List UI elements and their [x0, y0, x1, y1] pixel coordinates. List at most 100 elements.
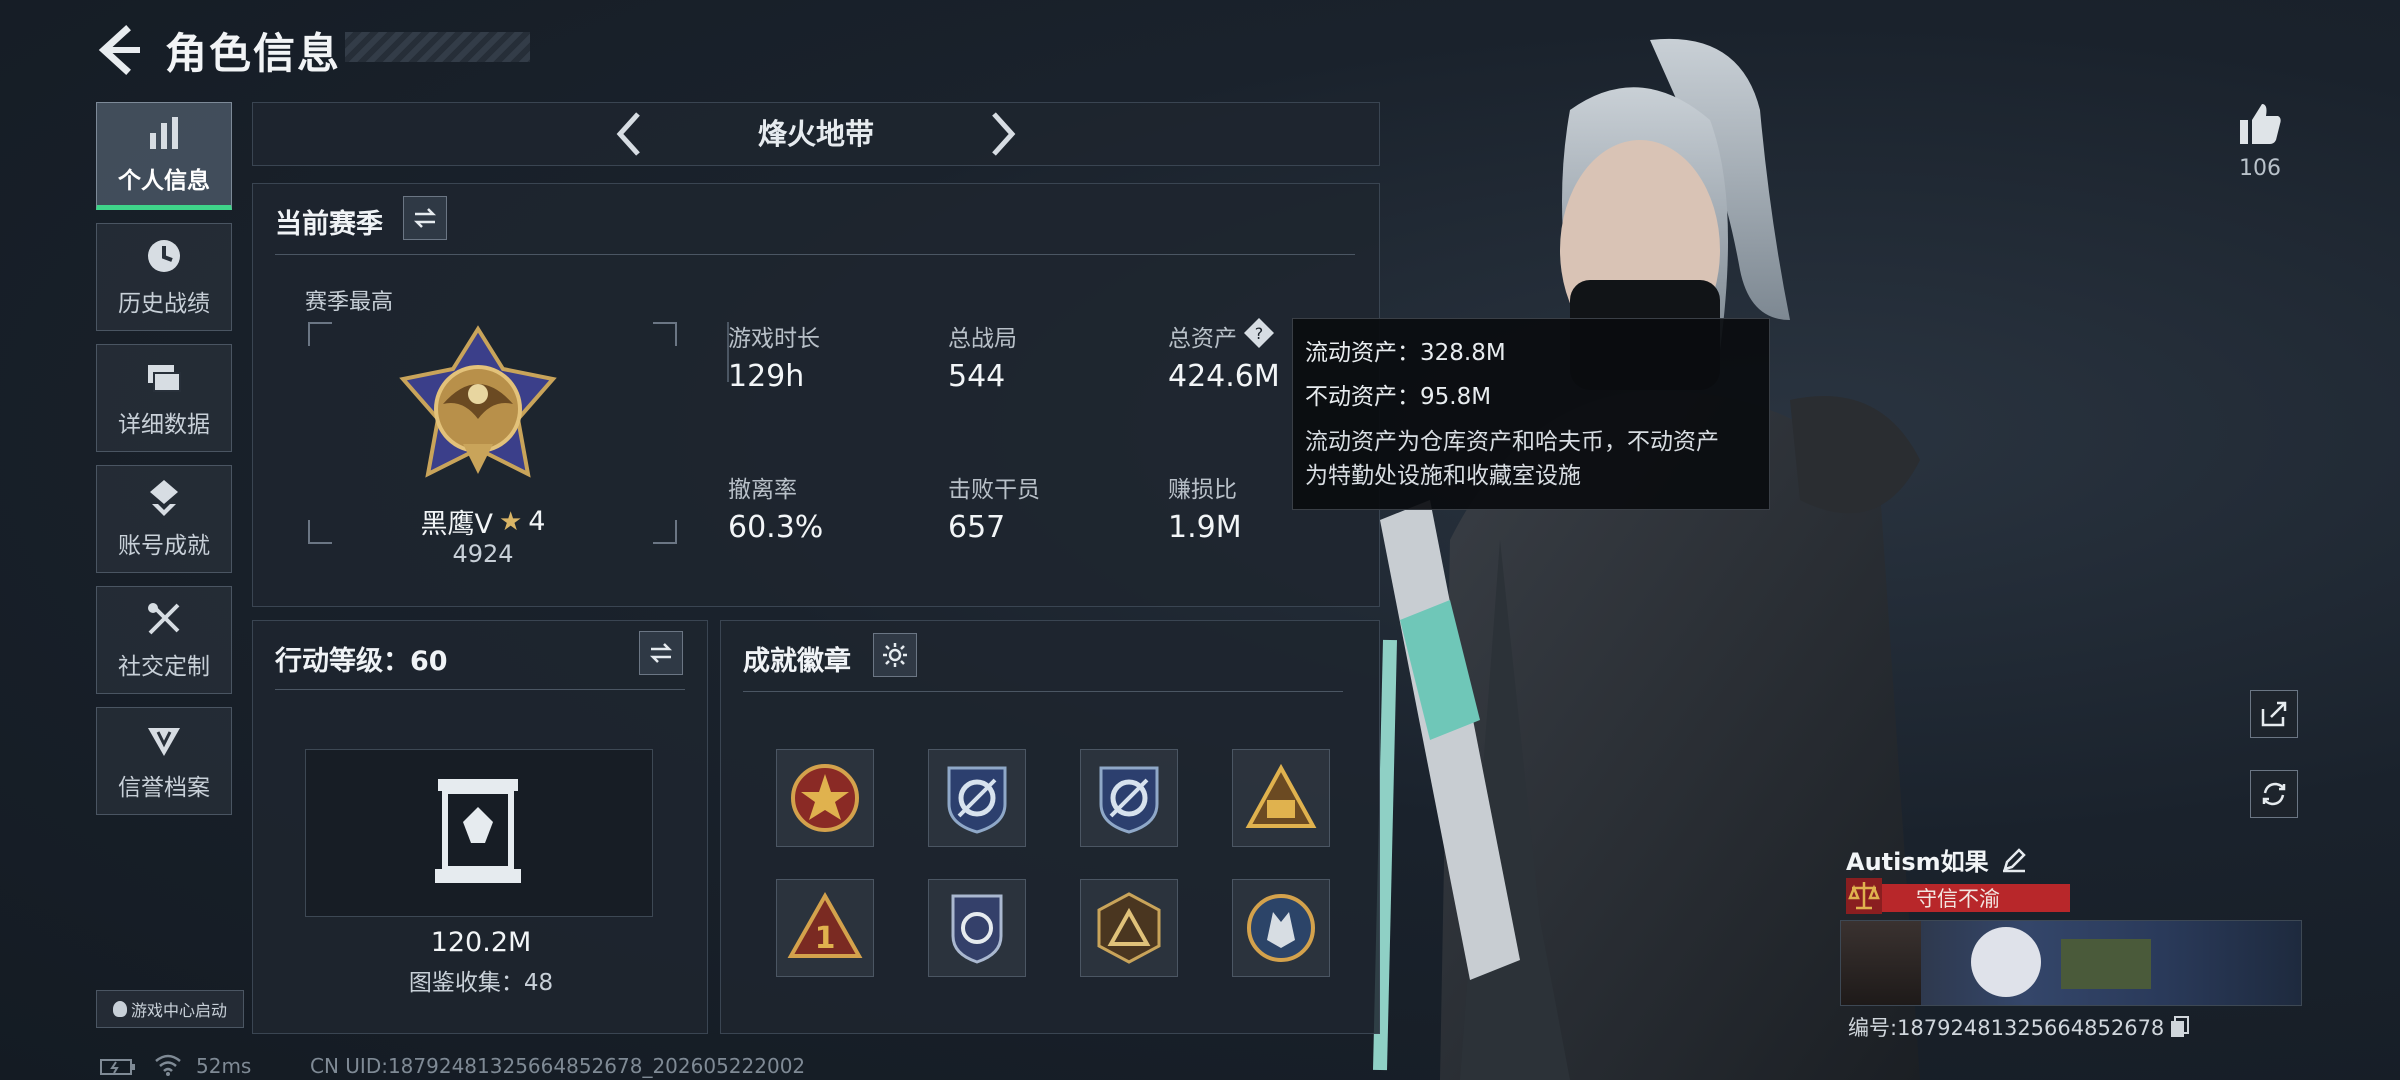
achievement-settings-button[interactable] — [873, 633, 917, 677]
nav-item-label: 社交定制 — [118, 654, 210, 680]
action-level-panel: 行动等级：60 120.2M 图鉴收集：48 — [252, 620, 708, 1034]
gear-icon — [883, 643, 907, 667]
help-button[interactable]: ? — [1243, 317, 1275, 349]
switch-action-button[interactable] — [639, 631, 683, 675]
rank-score: 4924 — [452, 540, 514, 568]
svg-text:?: ? — [1255, 324, 1264, 343]
achievement-badge[interactable] — [1080, 879, 1178, 977]
banner-decoration — [2061, 939, 2151, 989]
next-mode-button[interactable] — [982, 108, 1022, 160]
stat-label: 总战局 — [948, 326, 1017, 352]
nav-item-social[interactable]: 社交定制 — [96, 586, 232, 694]
nav-item-detailed-data[interactable]: 详细数据 — [96, 344, 232, 452]
share-button[interactable] — [2250, 690, 2298, 738]
divider — [743, 691, 1343, 692]
nav-item-achievements[interactable]: 账号成就 — [96, 465, 232, 573]
uid-text: CN UID:18792481325664852678_202605222002 — [310, 1054, 806, 1078]
sidebar-nav: 个人信息 历史战绩 详细数据 账号成就 社交定制 信誉档案 — [96, 102, 234, 828]
nav-item-history[interactable]: 历史战绩 — [96, 223, 232, 331]
svg-text:1: 1 — [815, 921, 836, 956]
current-season-title: 当前赛季 — [275, 209, 383, 240]
divider — [275, 689, 685, 690]
current-season-panel: 当前赛季 赛季最高 黑鹰V ★ 4 4924 游戏时长 129h 总战局 544… — [252, 183, 1380, 607]
like-block[interactable]: 106 — [2234, 98, 2286, 181]
collection-value: 120.2M — [430, 927, 532, 958]
stat-value: 1.9M — [1168, 510, 1242, 545]
cards-icon — [148, 365, 181, 392]
achievement-badge[interactable] — [1232, 879, 1330, 977]
achievement-badge[interactable] — [928, 879, 1026, 977]
switch-season-button[interactable] — [403, 196, 447, 240]
edit-icon[interactable] — [2001, 847, 2027, 873]
profile-name: Autism如果 — [1846, 848, 1989, 876]
stat-value: 544 — [948, 359, 1006, 394]
gear-emblem-icon — [1099, 766, 1159, 834]
display-case-icon — [435, 779, 521, 883]
back-button[interactable] — [96, 24, 144, 76]
scale-icon — [1846, 878, 1882, 914]
like-count: 106 — [2239, 156, 2281, 181]
copy-icon[interactable] — [2170, 1016, 2190, 1038]
stat-value: 424.6M — [1168, 359, 1280, 394]
question-icon: ? — [1244, 318, 1274, 348]
thumbs-up-icon — [2240, 104, 2281, 144]
refresh-button[interactable] — [2250, 770, 2298, 818]
triangle-emblem-icon — [1245, 763, 1317, 828]
profile-id-row: 编号:18792481325664852678 — [1848, 1012, 2190, 1042]
title-decoration — [345, 32, 530, 62]
collection-count: 图鉴收集：48 — [408, 970, 554, 996]
gear-emblem-icon — [947, 766, 1007, 834]
back-arrow-icon — [98, 25, 140, 75]
game-center-launch[interactable]: 游戏中心启动 — [96, 990, 244, 1028]
clock-icon — [148, 240, 180, 272]
frame-corner — [653, 322, 677, 346]
shield-emblem-icon — [951, 894, 1003, 964]
achievement-badge[interactable] — [928, 749, 1026, 847]
bar-chart-icon — [150, 117, 178, 149]
stat-label: 总资产 — [1168, 326, 1237, 352]
rank-stars: 4 — [528, 506, 546, 537]
rank-emblem-icon — [399, 325, 557, 478]
liquid-assets: 流动资产：328.8M — [1305, 340, 1506, 366]
tools-icon — [148, 603, 180, 635]
star-emblem-icon — [791, 764, 859, 832]
achievement-icon — [150, 480, 178, 516]
fixed-assets: 不动资产：95.8M — [1305, 384, 1492, 410]
page-title: 角色信息 — [165, 29, 342, 78]
stat-label: 击败干员 — [948, 477, 1040, 503]
switch-icon — [649, 643, 673, 663]
profile-name-row: Autism如果 — [1846, 842, 2027, 877]
stat-value: 60.3% — [728, 510, 824, 545]
achievement-badge[interactable]: 1 — [776, 879, 874, 977]
tooltip-desc-line1: 流动资产为仓库资产和哈夫币，不动资产 — [1305, 429, 1719, 455]
nav-item-label: 历史战绩 — [118, 291, 210, 317]
refresh-icon — [2262, 782, 2286, 806]
nav-item-reputation[interactable]: 信誉档案 — [96, 707, 232, 815]
chevron-left-icon — [616, 112, 640, 156]
penguin-icon — [112, 1001, 127, 1017]
chevron-right-icon — [992, 112, 1016, 156]
action-level-title: 行动等级：60 — [275, 646, 448, 677]
season-best-label: 赛季最高 — [305, 290, 394, 315]
prev-mode-button[interactable] — [610, 108, 650, 160]
tooltip-desc-line2: 为特勤处设施和收藏室设施 — [1305, 463, 1581, 489]
stat-label: 赚损比 — [1168, 477, 1237, 503]
nav-item-personal-info[interactable]: 个人信息 — [96, 102, 232, 210]
achievement-badge[interactable] — [1080, 749, 1178, 847]
nav-item-label: 账号成就 — [118, 533, 210, 559]
motto-text: 守信不渝 — [1916, 887, 2000, 911]
achievement-badge[interactable] — [1232, 749, 1330, 847]
stat-label: 游戏时长 — [728, 326, 820, 352]
stat-label: 撤离率 — [728, 477, 797, 503]
shield-icon — [148, 728, 180, 756]
banner-character-art — [1971, 927, 2041, 997]
avatar — [1841, 921, 1921, 1005]
achievements-panel: 成就徽章 1 — [720, 620, 1380, 1034]
nav-item-label: 个人信息 — [118, 168, 210, 194]
profile-banner[interactable] — [1840, 920, 2302, 1006]
pyramid-emblem-icon — [1097, 892, 1161, 964]
achievement-badge[interactable] — [776, 749, 874, 847]
switch-icon — [413, 208, 437, 228]
stat-value: 657 — [948, 510, 1006, 545]
nav-item-label: 详细数据 — [118, 412, 210, 438]
